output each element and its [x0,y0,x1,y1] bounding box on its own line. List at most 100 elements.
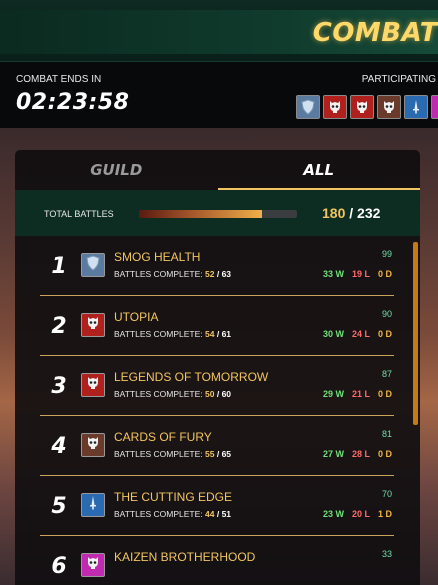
guild-rank: 4 [51,434,67,459]
guild-crest [81,493,105,517]
battles-slash: / [214,389,222,399]
battles-total: 60 [221,389,232,399]
shield-icon [85,254,101,276]
participant-sword-icon[interactable] [404,95,428,119]
draws: 1 D [377,509,392,519]
guild-name: THE CUTTING EDGE [114,490,233,504]
guild-score: 81 [381,429,392,439]
draws: 0 D [377,269,392,279]
guild-stats: 33 W 19 L 0 D [323,269,392,279]
wins: 27 W [322,449,344,459]
battles-complete: BATTLES COMPLETE: 44 / 51 [114,509,231,519]
skull-icon [357,101,367,113]
total-battles-progress [139,210,297,218]
guild-name: LEGENDS OF TOMORROW [114,370,269,384]
guild-rank: 5 [51,494,67,519]
skull-icon [85,375,101,396]
guild-list[interactable]: 1 SMOG HEALTH BATTLES COMPLETE: 52 / 63 99 3… [15,236,420,585]
draws: 0 D [377,389,392,399]
losses: 28 L [351,449,370,459]
combat-header: COMBAT ENDS IN 02:23:58 PARTICIPATING [0,62,438,128]
battles-slash: / [214,329,222,339]
participating-label: PARTICIPATING [361,74,436,85]
guild-row[interactable]: 3 LEGENDS OF TOMORROW BATTLES COMPLETE: 50… [40,356,394,416]
guild-crest [81,433,105,457]
guild-stats: 23 W 20 L 1 D [323,509,392,519]
leaderboard-panel: GUILD ALL TOTAL BATTLES 180 / 232 1 SMOG … [15,150,420,585]
skull-icon [85,555,101,576]
battles-total: 61 [221,329,232,339]
skull-icon [384,101,394,113]
battles-complete-label: BATTLES COMPLETE: [114,329,203,339]
skull-icon [330,101,340,113]
battles-complete-label: BATTLES COMPLETE: [114,509,203,519]
guild-crest [81,373,105,397]
guild-crest [81,313,105,337]
battles-slash: / [214,269,222,279]
wins: 29 W [322,389,344,399]
total-battles-row: TOTAL BATTLES 180 / 232 [15,190,420,236]
battles-total: 65 [221,449,232,459]
guild-crest [81,253,105,277]
guild-name: SMOG HEALTH [114,250,201,264]
battles-total: 51 [221,509,232,519]
list-scrollbar[interactable] [413,242,418,425]
losses: 20 L [351,509,370,519]
guild-score: 70 [381,489,392,499]
skull-icon [85,315,101,336]
guild-rank: 6 [51,554,67,579]
battles-done: 180 [322,205,346,221]
battles-complete-label: BATTLES COMPLETE: [114,449,203,459]
battles-complete-label: BATTLES COMPLETE: [114,389,203,399]
tab-bar: GUILD ALL [15,150,420,190]
guild-stats: 30 W 24 L 0 D [323,329,392,339]
guild-name: KAIZEN BROTHERHOOD [114,550,256,564]
sword-icon [85,495,101,516]
combat-timer: 02:23:58 [16,90,130,115]
page-title: COMBAT [312,18,438,48]
total-battles-count: 180 / 232 [322,205,380,221]
guild-rank: 2 [51,314,67,339]
skull-icon [85,435,101,456]
guild-row[interactable]: 1 SMOG HEALTH BATTLES COMPLETE: 52 / 63 99 3… [40,236,394,296]
guild-row[interactable]: 5 THE CUTTING EDGE BATTLES COMPLETE: 44 / … [40,476,394,536]
guild-stats: 27 W 28 L 0 D [323,449,392,459]
guild-score: 87 [381,369,392,379]
battles-complete-label: BATTLES COMPLETE: [114,269,203,279]
wins: 23 W [322,509,344,519]
combat-ends-label: COMBAT ENDS IN [16,74,102,85]
participant-skull-icon[interactable] [431,95,438,119]
draws: 0 D [377,449,392,459]
guild-name: UTOPIA [114,310,159,324]
tab-guild[interactable]: GUILD [15,150,218,190]
guild-rank: 1 [51,254,67,279]
guild-crest [81,553,105,577]
guild-row[interactable]: 2 UTOPIA BATTLES COMPLETE: 54 / 61 90 30 W 24… [40,296,394,356]
battles-separator: / [345,205,358,221]
losses: 21 L [351,389,370,399]
guild-row[interactable]: 6 KAIZEN BROTHERHOOD 33 [40,536,394,585]
wins: 33 W [322,269,344,279]
participant-skull-icon[interactable] [350,95,374,119]
shield-icon [301,99,315,115]
wins: 30 W [322,329,344,339]
battles-slash: / [214,509,222,519]
participant-skull-icon[interactable] [323,95,347,119]
battles-complete: BATTLES COMPLETE: 54 / 61 [114,329,231,339]
battles-complete: BATTLES COMPLETE: 55 / 65 [114,449,231,459]
progress-fill [139,210,262,218]
guild-score: 90 [381,309,392,319]
sword-icon [413,100,419,114]
guild-name: CARDS OF FURY [114,430,212,444]
participant-skull-icon[interactable] [377,95,401,119]
total-battles-label: TOTAL BATTLES [44,209,114,219]
battles-complete: BATTLES COMPLETE: 52 / 63 [114,269,231,279]
battles-total: 232 [357,205,381,221]
guild-score: 33 [381,549,392,559]
guild-row[interactable]: 4 CARDS OF FURY BATTLES COMPLETE: 55 / 65 8… [40,416,394,476]
guild-rank: 3 [51,374,67,399]
tab-all[interactable]: ALL [217,150,420,190]
participant-shield-icon[interactable] [296,95,320,119]
draws: 0 D [377,329,392,339]
battles-complete: BATTLES COMPLETE: 50 / 60 [114,389,231,399]
